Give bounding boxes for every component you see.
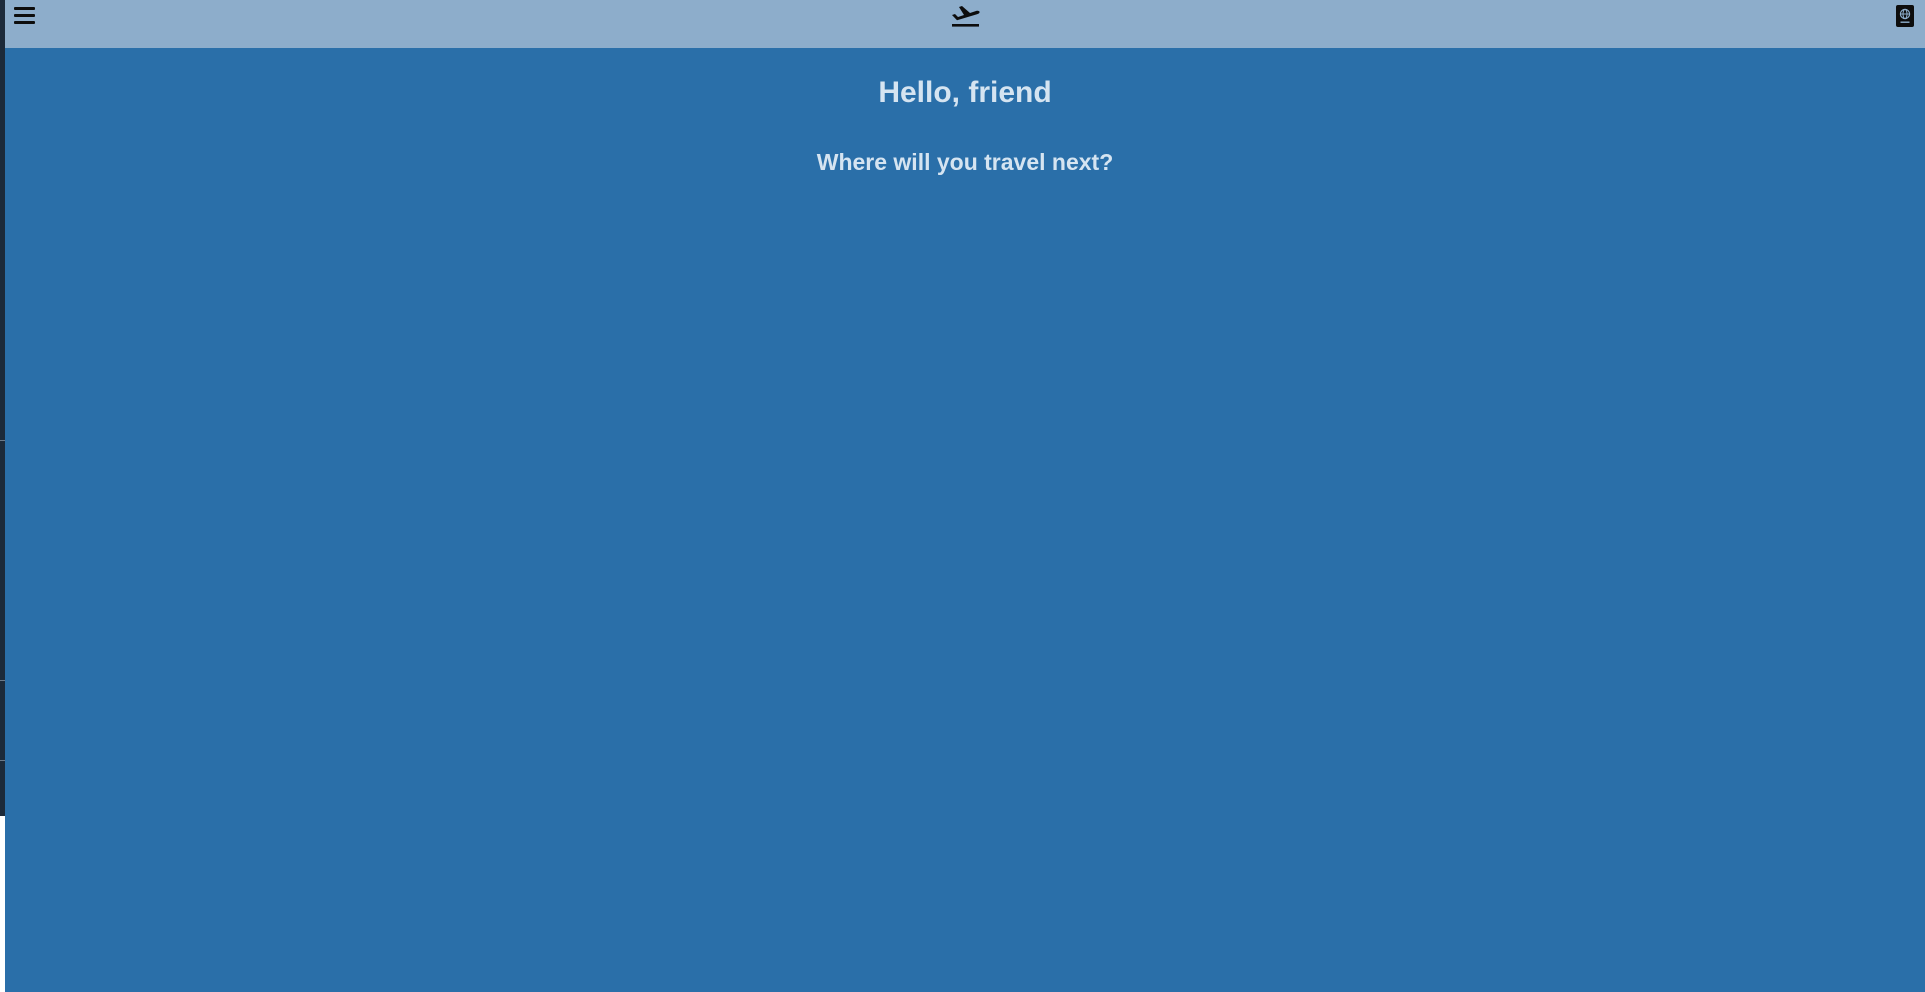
hamburger-menu-icon bbox=[14, 14, 35, 17]
greeting-heading: Hello, friend bbox=[878, 76, 1052, 109]
home-logo-button[interactable] bbox=[949, 3, 981, 29]
airplane-departure-icon bbox=[952, 6, 980, 27]
passport-icon bbox=[1896, 5, 1914, 27]
hamburger-menu-icon bbox=[14, 7, 35, 10]
travel-prompt-heading: Where will you travel next? bbox=[816, 149, 1114, 175]
app-container: Hello, friend Where will you travel next… bbox=[5, 0, 1925, 992]
main-content: Hello, friend Where will you travel next… bbox=[5, 48, 1925, 176]
hamburger-menu-icon bbox=[14, 21, 35, 24]
top-navigation-bar bbox=[5, 0, 1925, 48]
menu-button[interactable] bbox=[14, 5, 36, 27]
passport-button[interactable] bbox=[1895, 5, 1915, 27]
